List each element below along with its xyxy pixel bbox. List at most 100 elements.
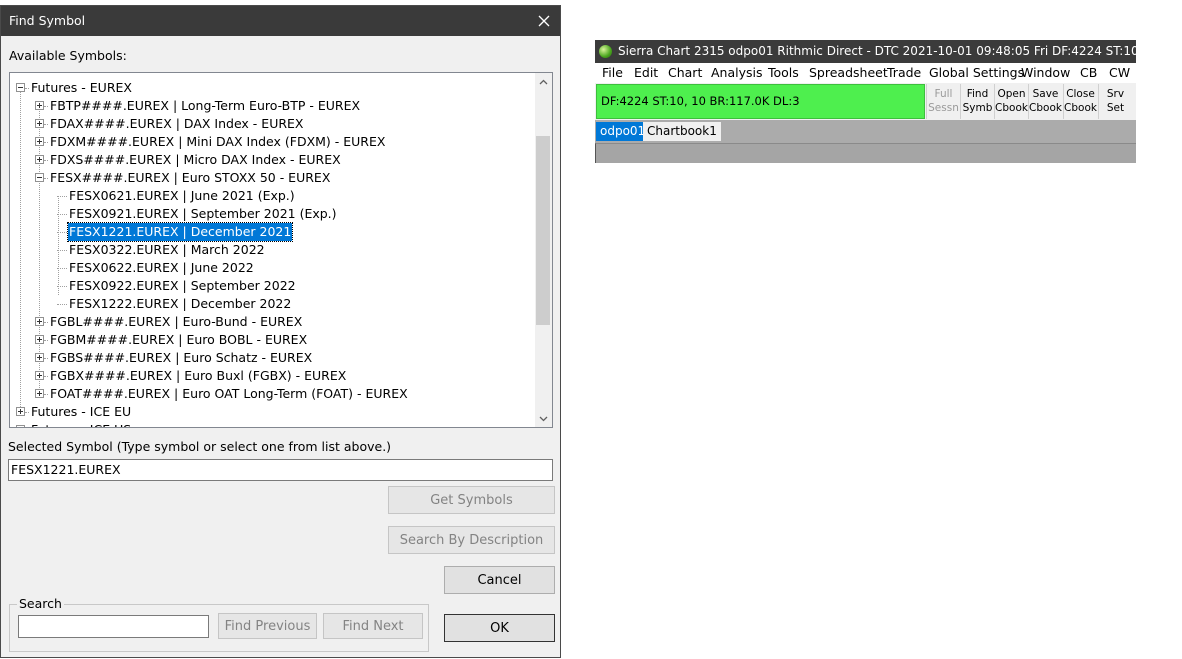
tree-item[interactable]: FDXM####.EUREX | Mini DAX Index (FDXM) -… [10, 133, 530, 151]
tree-item[interactable]: FESX0921.EUREX | September 2021 (Exp.) [10, 205, 530, 223]
scroll-down-button[interactable] [535, 410, 552, 427]
expand-plus-icon[interactable] [35, 371, 44, 380]
cancel-button[interactable]: Cancel [444, 566, 555, 594]
sierra-title-bar[interactable]: Sierra Chart 2315 odpo01 Rithmic Direct … [595, 40, 1136, 63]
tree-connector [25, 88, 29, 89]
toolbar-button-line1: Find [966, 88, 989, 100]
connection-status-box: DF:4224 ST:10, 10 BR:117.0K DL:3 [596, 84, 925, 119]
tree-item-label: FESX1222.EUREX | December 2022 [69, 296, 292, 311]
tree-connector [57, 196, 67, 197]
expand-plus-icon[interactable] [35, 101, 44, 110]
tree-item-label: FESX0322.EUREX | March 2022 [69, 242, 265, 257]
menu-spreadsheet[interactable]: Spreadsheet [809, 63, 888, 83]
find-next-button[interactable]: Find Next [323, 613, 423, 639]
tree-connector [57, 286, 67, 287]
tree-item[interactable]: FESX0621.EUREX | June 2021 (Exp.) [10, 187, 530, 205]
tree-item[interactable]: FOAT####.EUREX | Euro OAT Long-Term (FOA… [10, 385, 530, 403]
toolbar-full-sessn-button[interactable]: Full Sessn [926, 84, 960, 119]
symbol-tree[interactable]: Futures - EUREX FBTP####.EUREX | Long-Ter… [9, 72, 553, 428]
scroll-up-button[interactable] [535, 73, 552, 90]
tree-item[interactable]: FESX1222.EUREX | December 2022 [10, 295, 530, 313]
toolbar-save-cbook-button[interactable]: Save Cbook [1028, 84, 1062, 119]
expand-plus-icon[interactable] [35, 137, 44, 146]
menu-cw[interactable]: CW [1109, 63, 1130, 83]
sierra-menu-bar: File Edit Chart Analysis Tools Spreadsheet Tra… [595, 63, 1136, 83]
tree-connector [44, 124, 48, 125]
menu-analysis[interactable]: Analysis [711, 63, 763, 83]
tree-connector [44, 160, 48, 161]
tree-item[interactable]: FDXS####.EUREX | Micro DAX Index - EUREX [10, 151, 530, 169]
tree-item[interactable]: FESX####.EUREX | Euro STOXX 50 - EUREX [10, 169, 530, 187]
menu-window[interactable]: Window [1021, 63, 1070, 83]
tree-item-label: FGBM####.EUREX | Euro BOBL - EUREX [50, 332, 308, 347]
tree-scrollbar[interactable] [535, 73, 552, 427]
toolbar-close-cbook-button[interactable]: Close Cbook [1063, 84, 1097, 119]
tree-item-label: FDXM####.EUREX | Mini DAX Index (FDXM) -… [50, 134, 386, 149]
tree-connector [57, 214, 67, 215]
toolbar-button-line2: Sessn [928, 102, 959, 114]
expand-plus-icon[interactable] [16, 407, 25, 416]
menu-trade[interactable]: Trade [887, 63, 921, 83]
search-group-label: Search [17, 596, 64, 611]
tree-item[interactable]: FESX0922.EUREX | September 2022 [10, 277, 530, 295]
selected-symbol-input[interactable]: FESX1221.EUREX [8, 459, 553, 481]
chartbook-tab[interactable]: odpo01 [596, 122, 650, 141]
tree-item[interactable]: FESX1221.EUREX | December 2021 [10, 222, 530, 242]
tree-item[interactable]: FDAX####.EUREX | DAX Index - EUREX [10, 115, 530, 133]
tree-item-label: FESX0922.EUREX | September 2022 [69, 278, 296, 293]
tree-item[interactable]: Futures - EUREX [10, 79, 530, 97]
tree-item-label: Futures - ICE US [31, 421, 131, 427]
toolbar-button-line1: Full [934, 88, 953, 100]
expand-plus-icon[interactable] [35, 155, 44, 164]
tree-connector [44, 322, 48, 323]
toolbar-open-cbook-button[interactable]: Open Cbook [994, 84, 1028, 119]
menu-chart[interactable]: Chart [668, 63, 702, 83]
search-by-description-button[interactable]: Search By Description [388, 526, 555, 554]
tree-item[interactable]: FBTP####.EUREX | Long-Term Euro-BTP - EU… [10, 97, 530, 115]
toolbar-button-line1: Close [1066, 88, 1095, 100]
expand-plus-icon[interactable] [35, 353, 44, 362]
menu-tools[interactable]: Tools [768, 63, 799, 83]
toolbar-srv-set-button[interactable]: Srv Set [1098, 84, 1132, 119]
tree-item-label: Futures - EUREX [31, 80, 132, 95]
collapse-minus-icon[interactable] [35, 173, 44, 182]
expand-plus-icon[interactable] [35, 317, 44, 326]
search-input[interactable] [18, 615, 209, 638]
collapse-minus-icon[interactable] [16, 83, 25, 92]
get-symbols-button[interactable]: Get Symbols [388, 486, 555, 514]
expand-plus-icon[interactable] [35, 335, 44, 344]
sierra-title: Sierra Chart 2315 odpo01 Rithmic Direct … [618, 44, 1136, 58]
tree-item[interactable]: FGBS####.EUREX | Euro Schatz - EUREX [10, 349, 530, 367]
menu-edit[interactable]: Edit [634, 63, 658, 83]
tree-item[interactable]: Futures - ICE US [10, 421, 530, 427]
chartbook-tab[interactable]: Chartbook1 [643, 122, 721, 141]
scroll-thumb[interactable] [536, 136, 550, 325]
tree-item-label: FBTP####.EUREX | Long-Term Euro-BTP - EU… [50, 98, 361, 113]
tree-connector [44, 106, 48, 107]
toolbar-button-line1: Save [1032, 88, 1059, 100]
find-previous-button[interactable]: Find Previous [218, 613, 317, 639]
ok-button[interactable]: OK [444, 614, 555, 642]
tree-item[interactable]: FGBL####.EUREX | Euro-Bund - EUREX [10, 313, 530, 331]
tree-item[interactable]: Futures - ICE EU [10, 403, 530, 421]
expand-plus-icon[interactable] [35, 389, 44, 398]
close-button[interactable] [528, 6, 560, 36]
tree-connector [44, 340, 48, 341]
find-symbol-dialog: Find Symbol Available Symbols: Futures -… [0, 5, 561, 658]
tree-connector [44, 376, 48, 377]
expand-plus-icon[interactable] [35, 119, 44, 128]
tree-item[interactable]: FESX0622.EUREX | June 2022 [10, 259, 530, 277]
tree-item-label: FESX0921.EUREX | September 2021 (Exp.) [69, 206, 337, 221]
menu-global-settings[interactable]: Global Settings [929, 63, 1024, 83]
tree-item-label: FGBX####.EUREX | Euro Buxl (FGBX) - EURE… [50, 368, 347, 383]
tree-item[interactable]: FGBX####.EUREX | Euro Buxl (FGBX) - EURE… [10, 367, 530, 385]
tree-item[interactable]: FGBM####.EUREX | Euro BOBL - EUREX [10, 331, 530, 349]
sierra-toolbar: DF:4224 ST:10, 10 BR:117.0K DL:3 Full Ses… [595, 83, 1136, 120]
menu-cb[interactable]: CB [1080, 63, 1097, 83]
expand-plus-icon[interactable] [16, 425, 25, 427]
tree-connector [25, 412, 29, 413]
tree-item[interactable]: FESX0322.EUREX | March 2022 [10, 241, 530, 259]
toolbar-find-symb-button[interactable]: Find Symb [960, 84, 994, 119]
menu-file[interactable]: File [602, 63, 623, 83]
dialog-title-bar[interactable]: Find Symbol [1, 6, 560, 36]
